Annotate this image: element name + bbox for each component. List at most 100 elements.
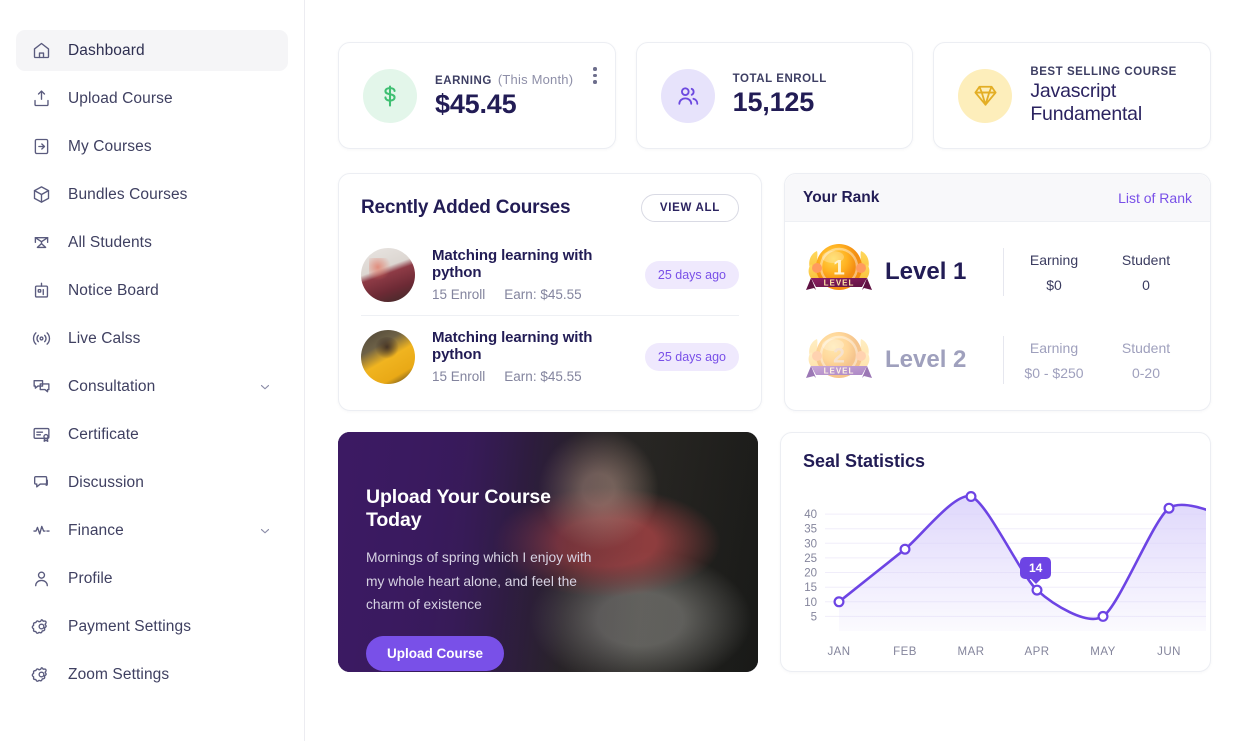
list-of-rank-link[interactable]: List of Rank	[1118, 190, 1192, 206]
course-age-badge: 25 days ago	[645, 343, 739, 371]
sidebar-item-certificate[interactable]: Certificate	[16, 414, 288, 455]
chart-x-axis: JANFEBMARAPRMAYJUN	[781, 646, 1210, 662]
sidebar-item-payment-settings[interactable]: Payment Settings	[16, 606, 288, 647]
course-info: Matching learning with python 15 Enroll Ea…	[432, 329, 645, 384]
rank-col-value: $0 - $250	[1008, 365, 1100, 381]
stat-value: 15,125	[733, 87, 827, 118]
dollar-icon	[363, 69, 417, 123]
x-axis-tick: JUN	[1157, 646, 1181, 658]
rank-col-value: 0-20	[1100, 365, 1192, 381]
stat-card-earning[interactable]: EARNING(This Month) $45.45	[338, 42, 616, 149]
your-rank-card: Your Rank List of Rank 1LEVELLevel 1Earn…	[784, 173, 1211, 411]
gear-icon	[30, 664, 52, 686]
rank-columns: Earning$0Student0	[1008, 252, 1192, 293]
rank-level-label: Level 1	[885, 258, 1003, 286]
svg-text:5: 5	[811, 611, 817, 623]
sidebar-item-finance[interactable]: Finance	[16, 510, 288, 551]
seal-statistics-card: Seal Statistics 403530252015105 14 JANFE…	[780, 432, 1211, 672]
sidebar-nav: Dashboard Upload Course My Courses Bundles …	[0, 30, 304, 695]
course-enroll: 15 Enroll	[432, 369, 485, 384]
stat-caption: BEST SELLING COURSE	[1030, 66, 1186, 78]
sidebar-item-live-calss[interactable]: Live Calss	[16, 318, 288, 359]
sidebar-item-discussion[interactable]: Discussion	[16, 462, 288, 503]
rank-level-label: Level 2	[885, 346, 1003, 374]
rank-row: 2LEVEL Level 2 Earning $0 - $250Student 0-20	[803, 316, 1192, 404]
stat-value: Javascript Fundamental	[1030, 80, 1186, 126]
course-list-item[interactable]: Matching learning with python 15 Enroll Ea…	[361, 315, 739, 397]
stat-card-best-selling[interactable]: BEST SELLING COURSE Javascript Fundament…	[933, 42, 1211, 149]
sidebar-item-label: Payment Settings	[68, 618, 191, 636]
rank-col-header: Student	[1100, 340, 1192, 356]
stat-caption-label: TOTAL ENROLL	[733, 73, 827, 85]
view-all-button[interactable]: VIEW ALL	[641, 194, 739, 222]
course-list-item[interactable]: Matching learning with python15 EnrollEa…	[361, 234, 739, 315]
medal-icon: 1LEVEL	[803, 237, 875, 307]
main-content: EARNING(This Month) $45.45	[305, 0, 1249, 741]
svg-text:20: 20	[804, 568, 817, 580]
level-medal: 1LEVEL	[803, 237, 875, 307]
course-thumbnail	[361, 248, 415, 302]
x-axis-tick: APR	[1025, 646, 1050, 658]
more-options-icon[interactable]	[593, 67, 597, 84]
sidebar-item-notice-board[interactable]: Notice Board	[16, 270, 288, 311]
course-age-badge: 25 days ago	[645, 261, 739, 289]
certificate-icon	[30, 424, 52, 446]
stat-caption-label: BEST SELLING COURSE	[1030, 66, 1177, 78]
recently-added-courses-card: Recntly Added Courses VIEW ALL Matching …	[338, 173, 762, 411]
mid-row: Recntly Added Courses VIEW ALL Matching …	[338, 173, 1211, 411]
stat-text: TOTAL ENROLL 15,125	[733, 73, 827, 118]
chevron-down-icon[interactable]	[258, 380, 272, 394]
rank-col-student: Student 0-20	[1100, 340, 1192, 381]
svg-text:40: 40	[804, 509, 817, 521]
stat-subcaption: (This Month)	[498, 72, 573, 87]
sidebar-item-all-students[interactable]: All Students	[16, 222, 288, 263]
sidebar-item-label: Bundles Courses	[68, 186, 188, 204]
courses-title: Recntly Added Courses	[361, 197, 570, 219]
chart-area: 403530252015105 14 JANFEBMARAPRMAYJUN	[781, 473, 1210, 671]
course-earn: Earn: $45.55	[504, 369, 581, 384]
course-name: Matching learning with python	[432, 329, 645, 363]
stats-row: EARNING(This Month) $45.45	[338, 42, 1211, 149]
notice-board-icon	[30, 280, 52, 302]
sidebar-item-zoom-settings[interactable]: Zoom Settings	[16, 654, 288, 695]
rank-col-header: Earning	[1008, 252, 1100, 268]
x-axis-tick: MAY	[1090, 646, 1115, 658]
chevron-down-icon[interactable]	[258, 524, 272, 538]
rank-col-earning: Earning $0 - $250	[1008, 340, 1100, 381]
course-meta: 15 EnrollEarn: $45.55	[432, 287, 645, 302]
sidebar-item-bundles-courses[interactable]: Bundles Courses	[16, 174, 288, 215]
rank-col-header: Earning	[1008, 340, 1100, 356]
stat-card-total-enroll[interactable]: TOTAL ENROLL 15,125	[636, 42, 914, 149]
svg-text:LEVEL: LEVEL	[824, 367, 855, 376]
x-axis-tick: JAN	[827, 646, 850, 658]
sidebar-item-label: Certificate	[68, 426, 139, 444]
pulse-icon	[30, 520, 52, 542]
chat-bubbles-icon	[30, 376, 52, 398]
level-medal: 2LEVEL	[803, 325, 875, 395]
bottom-row: Upload Your Course Today Mornings of spr…	[338, 432, 1211, 672]
sidebar-item-consultation[interactable]: Consultation	[16, 366, 288, 407]
rank-list: 1LEVEL Level 1Earning$0Student0 2LEVEL Leve…	[785, 222, 1210, 404]
svg-text:15: 15	[804, 582, 817, 594]
dashboard-page: Dashboard Upload Course My Courses Bundles …	[0, 0, 1249, 741]
banner-content: Upload Your Course Today Mornings of spr…	[366, 486, 596, 671]
svg-text:30: 30	[804, 538, 817, 550]
chart-title: Seal Statistics	[803, 451, 1210, 472]
sidebar-item-upload-course[interactable]: Upload Course	[16, 78, 288, 119]
course-meta: 15 Enroll Earn: $45.55	[432, 369, 645, 384]
course-earn: Earn: $45.55	[504, 287, 581, 302]
sidebar-item-my-courses[interactable]: My Courses	[16, 126, 288, 167]
sidebar: Dashboard Upload Course My Courses Bundles …	[0, 0, 305, 741]
upload-course-button[interactable]: Upload Course	[366, 636, 504, 671]
medal-icon: 2LEVEL	[803, 325, 875, 395]
sidebar-item-label: Notice Board	[68, 282, 159, 300]
sidebar-item-label: Profile	[68, 570, 113, 588]
rank-col-header: Student	[1100, 252, 1192, 268]
gear-icon	[30, 616, 52, 638]
sidebar-item-profile[interactable]: Profile	[16, 558, 288, 599]
stat-caption: EARNING(This Month)	[435, 72, 573, 87]
sidebar-item-dashboard[interactable]: Dashboard	[16, 30, 288, 71]
sidebar-item-label: Live Calss	[68, 330, 141, 348]
graduation-cap-icon	[30, 232, 52, 254]
login-arrow-icon	[30, 136, 52, 158]
